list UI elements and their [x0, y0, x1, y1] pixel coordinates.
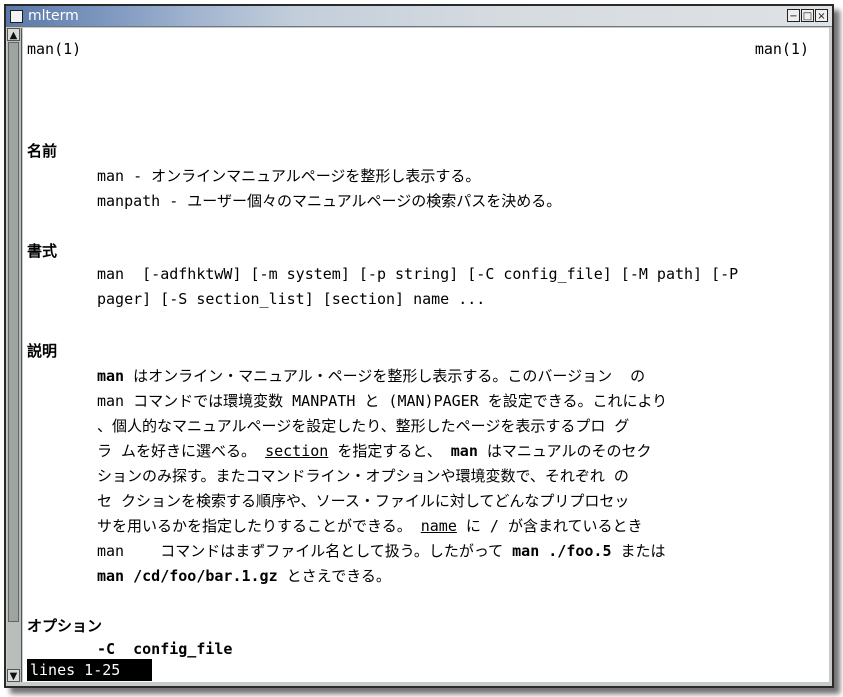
maximize-button[interactable]: □: [801, 9, 814, 22]
pager-status: lines 1-25: [27, 659, 152, 681]
description-line-8: man コマンドはまずファイル名として扱う。したがって man ./foo.5 …: [97, 540, 666, 561]
name-line-2: manpath - ユーザー個々のマニュアルページの検索パスを決める。: [97, 192, 562, 210]
terminal-window: mlterm − □ × ▲ ▼ man(1) man(1) 名前 man - …: [4, 4, 834, 688]
window-controls: − □ ×: [787, 9, 828, 22]
section-heading-description: 説明: [27, 342, 58, 360]
description-text: サを用いるかを指定したりすることができる。: [97, 517, 421, 535]
description-text: に / が含まれているとき: [456, 517, 643, 535]
synopsis-line-2: pager] [-S section_list] [section] name …: [97, 290, 486, 308]
command-name: man: [450, 442, 478, 460]
name-argument: name: [420, 517, 457, 535]
description-text: はマニュアルのそのセク: [477, 442, 652, 460]
option-config-file: -C config_file: [97, 640, 233, 658]
title-bar[interactable]: mlterm − □ ×: [6, 6, 832, 27]
description-line-7: サを用いるかを指定したりすることができる。 name に / が含まれているとき: [97, 515, 643, 536]
scroll-thumb[interactable]: [8, 42, 19, 622]
window-title: mlterm: [28, 8, 79, 24]
section-heading-synopsis: 書式: [27, 242, 58, 260]
command-example: man /cd/foo/bar.1.gz: [97, 567, 278, 585]
description-line-1: man はオンライン・マニュアル・ページを整形し表示する。このバージョン の: [97, 365, 645, 386]
name-line-1: man - オンラインマニュアルページを整形し表示する。: [97, 167, 481, 185]
scroll-up-arrow-icon[interactable]: ▲: [7, 28, 20, 41]
man-header-left: man(1): [27, 40, 82, 58]
command-name: man: [97, 367, 125, 385]
terminal-screen[interactable]: man(1) man(1) 名前 man - オンラインマニュアルページを整形し…: [23, 28, 829, 682]
synopsis-line-1: man [-adfhktwW] [-m system] [-p string] …: [97, 265, 739, 283]
description-line-5: ションのみ探す。またコマンドライン・オプションや環境変数で、それぞれ の: [97, 467, 629, 485]
vertical-scrollbar[interactable]: ▲ ▼: [7, 28, 22, 682]
close-button[interactable]: ×: [815, 9, 828, 22]
description-line-4: ラ ムを好きに選べる。 section を指定すると、 man はマニュアルのそ…: [97, 440, 651, 461]
section-heading-name: 名前: [27, 142, 58, 160]
description-line-3: 、個人的なマニュアルページを設定したり、整形したページを表示するプロ グ: [97, 417, 630, 435]
description-text: ラ ムを好きに選べる。: [97, 442, 266, 460]
description-text: を指定すると、: [328, 442, 451, 460]
description-text: とさえできる。: [277, 567, 391, 585]
description-text: はオンライン・マニュアル・ページを整形し表示する。このバージョン の: [124, 367, 646, 385]
description-line-2: man コマンドでは環境変数 MANPATH と (MAN)PAGER を設定で…: [97, 392, 668, 410]
command-example: man ./foo.5: [512, 542, 612, 560]
window-menu-icon[interactable]: [10, 10, 23, 23]
section-heading-options: オプション: [27, 617, 103, 635]
description-text: man コマンドはまずファイル名として扱う。したがって: [97, 542, 513, 560]
description-text: または: [611, 542, 666, 560]
description-line-9: man /cd/foo/bar.1.gz とさえできる。: [97, 565, 391, 586]
minimize-button[interactable]: −: [787, 9, 800, 22]
section-argument: section: [265, 442, 329, 460]
scroll-down-arrow-icon[interactable]: ▼: [7, 669, 20, 682]
man-header-right: man(1): [754, 40, 809, 58]
description-line-6: セ クションを検索する順序や、ソース・ファイルに対してどんなプリプロセッ: [97, 492, 630, 510]
